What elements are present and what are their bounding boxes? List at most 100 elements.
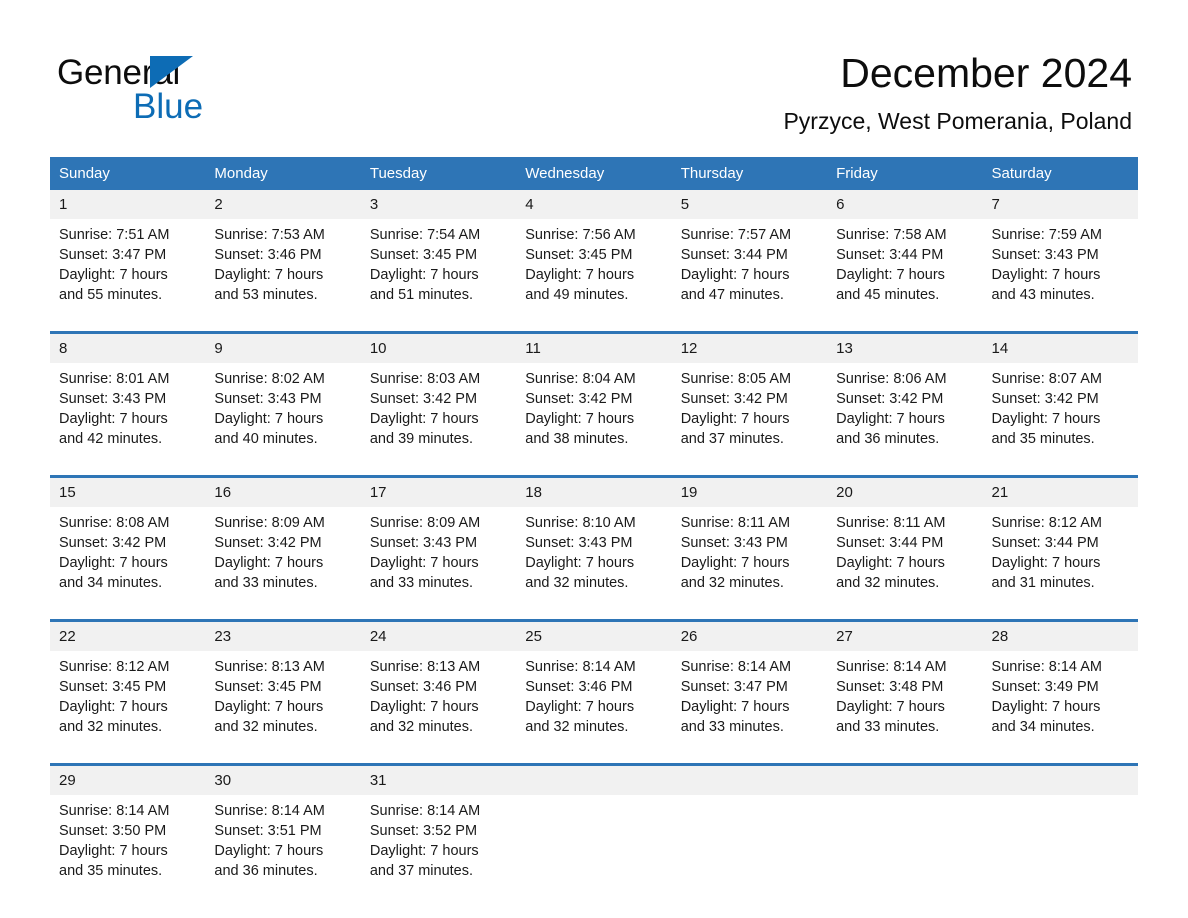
day-number-23[interactable]: 23 [205,622,361,651]
day-number-8[interactable]: 8 [50,334,206,363]
day-number-13[interactable]: 13 [827,334,983,363]
day-cell-7[interactable]: Sunrise: 7:59 AM Sunset: 3:43 PM Daylight:… [982,219,1138,312]
sunrise-text: Sunrise: 8:14 AM [836,659,947,675]
sunrise-text: Sunrise: 8:13 AM [369,659,481,675]
day-number-10[interactable]: 10 [360,334,517,363]
day-cell-19[interactable]: Sunrise: 8:11 AM Sunset: 3:43 PM Daylight:… [671,507,828,600]
sunset-text: Sunset: 3:43 PM [991,247,1099,263]
day-number-22[interactable]: 22 [50,622,206,651]
day-cell-6[interactable]: Sunrise: 7:58 AM Sunset: 3:44 PM Daylight:… [827,219,983,312]
day-cell-27[interactable]: Sunrise: 8:14 AM Sunset: 3:48 PM Daylight:… [827,651,983,744]
day-cell-24[interactable]: Sunrise: 8:13 AM Sunset: 3:46 PM Daylight:… [360,651,517,744]
daylight-text-2: and 33 minutes. [214,575,318,591]
day-number-20[interactable]: 20 [827,478,983,507]
day-number-4[interactable]: 4 [516,190,672,219]
day-number-21[interactable]: 21 [982,478,1138,507]
day-cell-12[interactable]: Sunrise: 8:05 AM Sunset: 3:42 PM Daylight:… [671,363,828,456]
day-cell-11[interactable]: Sunrise: 8:04 AM Sunset: 3:42 PM Daylight:… [516,363,672,456]
daylight-text-1: Daylight: 7 hours [214,267,324,283]
day-cell-20[interactable]: Sunrise: 8:11 AM Sunset: 3:44 PM Daylight:… [827,507,983,600]
day-cell-empty [671,795,828,888]
day-cell-31[interactable]: Sunrise: 8:14 AM Sunset: 3:52 PM Daylight:… [360,795,517,888]
day-number-24[interactable]: 24 [360,622,517,651]
daylight-text-1: Daylight: 7 hours [214,843,324,859]
day-number-27[interactable]: 27 [827,622,983,651]
day-cell-21[interactable]: Sunrise: 8:12 AM Sunset: 3:44 PM Daylight:… [982,507,1138,600]
weekday-header-wednesday: Wednesday [516,157,672,190]
day-cell-8[interactable]: Sunrise: 8:01 AM Sunset: 3:43 PM Daylight:… [50,363,206,456]
day-number-29[interactable]: 29 [50,766,206,795]
daylight-text-2: and 32 minutes. [680,575,784,591]
day-number-19[interactable]: 19 [671,478,828,507]
sunset-text: Sunset: 3:45 PM [369,247,478,263]
day-cell-23[interactable]: Sunrise: 8:13 AM Sunset: 3:45 PM Daylight:… [205,651,361,744]
calendar-header-row: Sunday Monday Tuesday Wednesday Thursday… [50,157,1138,190]
sunrise-text: Sunrise: 8:09 AM [214,515,325,531]
sunset-text: Sunset: 3:45 PM [525,247,633,263]
day-number-11[interactable]: 11 [516,334,672,363]
day-cell-17[interactable]: Sunrise: 8:09 AM Sunset: 3:43 PM Daylight:… [360,507,517,600]
daylight-text-1: Daylight: 7 hours [59,555,168,571]
day-cell-22[interactable]: Sunrise: 8:12 AM Sunset: 3:45 PM Daylight:… [50,651,206,744]
day-number-16[interactable]: 16 [205,478,361,507]
week-gap-cell [50,600,1138,619]
day-cell-4[interactable]: Sunrise: 7:56 AM Sunset: 3:45 PM Daylight:… [516,219,672,312]
day-cell-9[interactable]: Sunrise: 8:02 AM Sunset: 3:43 PM Daylight:… [205,363,361,456]
sunrise-text: Sunrise: 8:11 AM [836,515,946,531]
day-number-12[interactable]: 12 [671,334,828,363]
day-cell-13[interactable]: Sunrise: 8:06 AM Sunset: 3:42 PM Daylight:… [827,363,983,456]
sunrise-text: Sunrise: 8:11 AM [680,515,791,531]
day-cell-30[interactable]: Sunrise: 8:14 AM Sunset: 3:51 PM Daylight:… [205,795,361,888]
day-number-15[interactable]: 15 [50,478,206,507]
day-cell-1[interactable]: Sunrise: 7:51 AM Sunset: 3:47 PM Daylight:… [50,219,206,312]
day-number-6[interactable]: 6 [827,190,983,219]
day-cell-10[interactable]: Sunrise: 8:03 AM Sunset: 3:42 PM Daylight:… [360,363,517,456]
day-number-5[interactable]: 5 [671,190,828,219]
brand-blue-text: Blue [133,87,204,126]
day-number-30[interactable]: 30 [205,766,361,795]
daylight-text-1: Daylight: 7 hours [369,555,479,571]
day-cell-18[interactable]: Sunrise: 8:10 AM Sunset: 3:43 PM Daylight:… [516,507,672,600]
day-cell-29[interactable]: Sunrise: 8:14 AM Sunset: 3:50 PM Daylight:… [50,795,206,888]
day-cell-14[interactable]: Sunrise: 8:07 AM Sunset: 3:42 PM Daylight:… [982,363,1138,456]
daylight-text-2: and 34 minutes. [59,575,163,591]
daylight-text-1: Daylight: 7 hours [525,699,635,715]
weekday-header-monday: Monday [205,157,361,190]
day-number-row: 8 9 10 11 12 13 14 [50,334,1138,363]
day-number-28[interactable]: 28 [982,622,1138,651]
day-number-17[interactable]: 17 [360,478,517,507]
daylight-text-1: Daylight: 7 hours [991,411,1101,427]
day-number-7[interactable]: 7 [982,190,1138,219]
day-number-1[interactable]: 1 [50,190,206,219]
day-number-26[interactable]: 26 [671,622,828,651]
week-gap-cell [50,744,1138,763]
weekday-header-tuesday: Tuesday [360,157,517,190]
day-cell-15[interactable]: Sunrise: 8:08 AM Sunset: 3:42 PM Daylight:… [50,507,206,600]
day-cell-25[interactable]: Sunrise: 8:14 AM Sunset: 3:46 PM Daylight:… [516,651,672,744]
location-subtitle: Pyrzyce, West Pomerania, Poland [783,108,1132,134]
sunset-text: Sunset: 3:45 PM [214,679,322,695]
daylight-text-2: and 49 minutes. [525,287,629,303]
sunrise-text: Sunrise: 8:10 AM [525,515,636,531]
daylight-text-1: Daylight: 7 hours [214,699,324,715]
day-number-18[interactable]: 18 [516,478,672,507]
day-number-14[interactable]: 14 [982,334,1138,363]
day-number-9[interactable]: 9 [205,334,361,363]
day-cell-5[interactable]: Sunrise: 7:57 AM Sunset: 3:44 PM Daylight:… [671,219,828,312]
sunset-text: Sunset: 3:42 PM [369,391,478,407]
week-gap [50,456,1138,475]
daylight-text-1: Daylight: 7 hours [59,411,168,427]
day-cell-2[interactable]: Sunrise: 7:53 AM Sunset: 3:46 PM Daylight:… [205,219,361,312]
day-cell-3[interactable]: Sunrise: 7:54 AM Sunset: 3:45 PM Daylight:… [360,219,517,312]
week-gap [50,312,1138,331]
day-cell-16[interactable]: Sunrise: 8:09 AM Sunset: 3:42 PM Daylight:… [205,507,361,600]
day-cell-28[interactable]: Sunrise: 8:14 AM Sunset: 3:49 PM Daylight:… [982,651,1138,744]
daylight-text-1: Daylight: 7 hours [525,411,635,427]
day-number-3[interactable]: 3 [360,190,517,219]
day-number-2[interactable]: 2 [205,190,361,219]
day-cell-26[interactable]: Sunrise: 8:14 AM Sunset: 3:47 PM Daylight:… [671,651,828,744]
day-number-25[interactable]: 25 [516,622,672,651]
week-gap [50,744,1138,763]
brand-logo[interactable]: General Blue [57,52,357,130]
day-number-31[interactable]: 31 [360,766,517,795]
